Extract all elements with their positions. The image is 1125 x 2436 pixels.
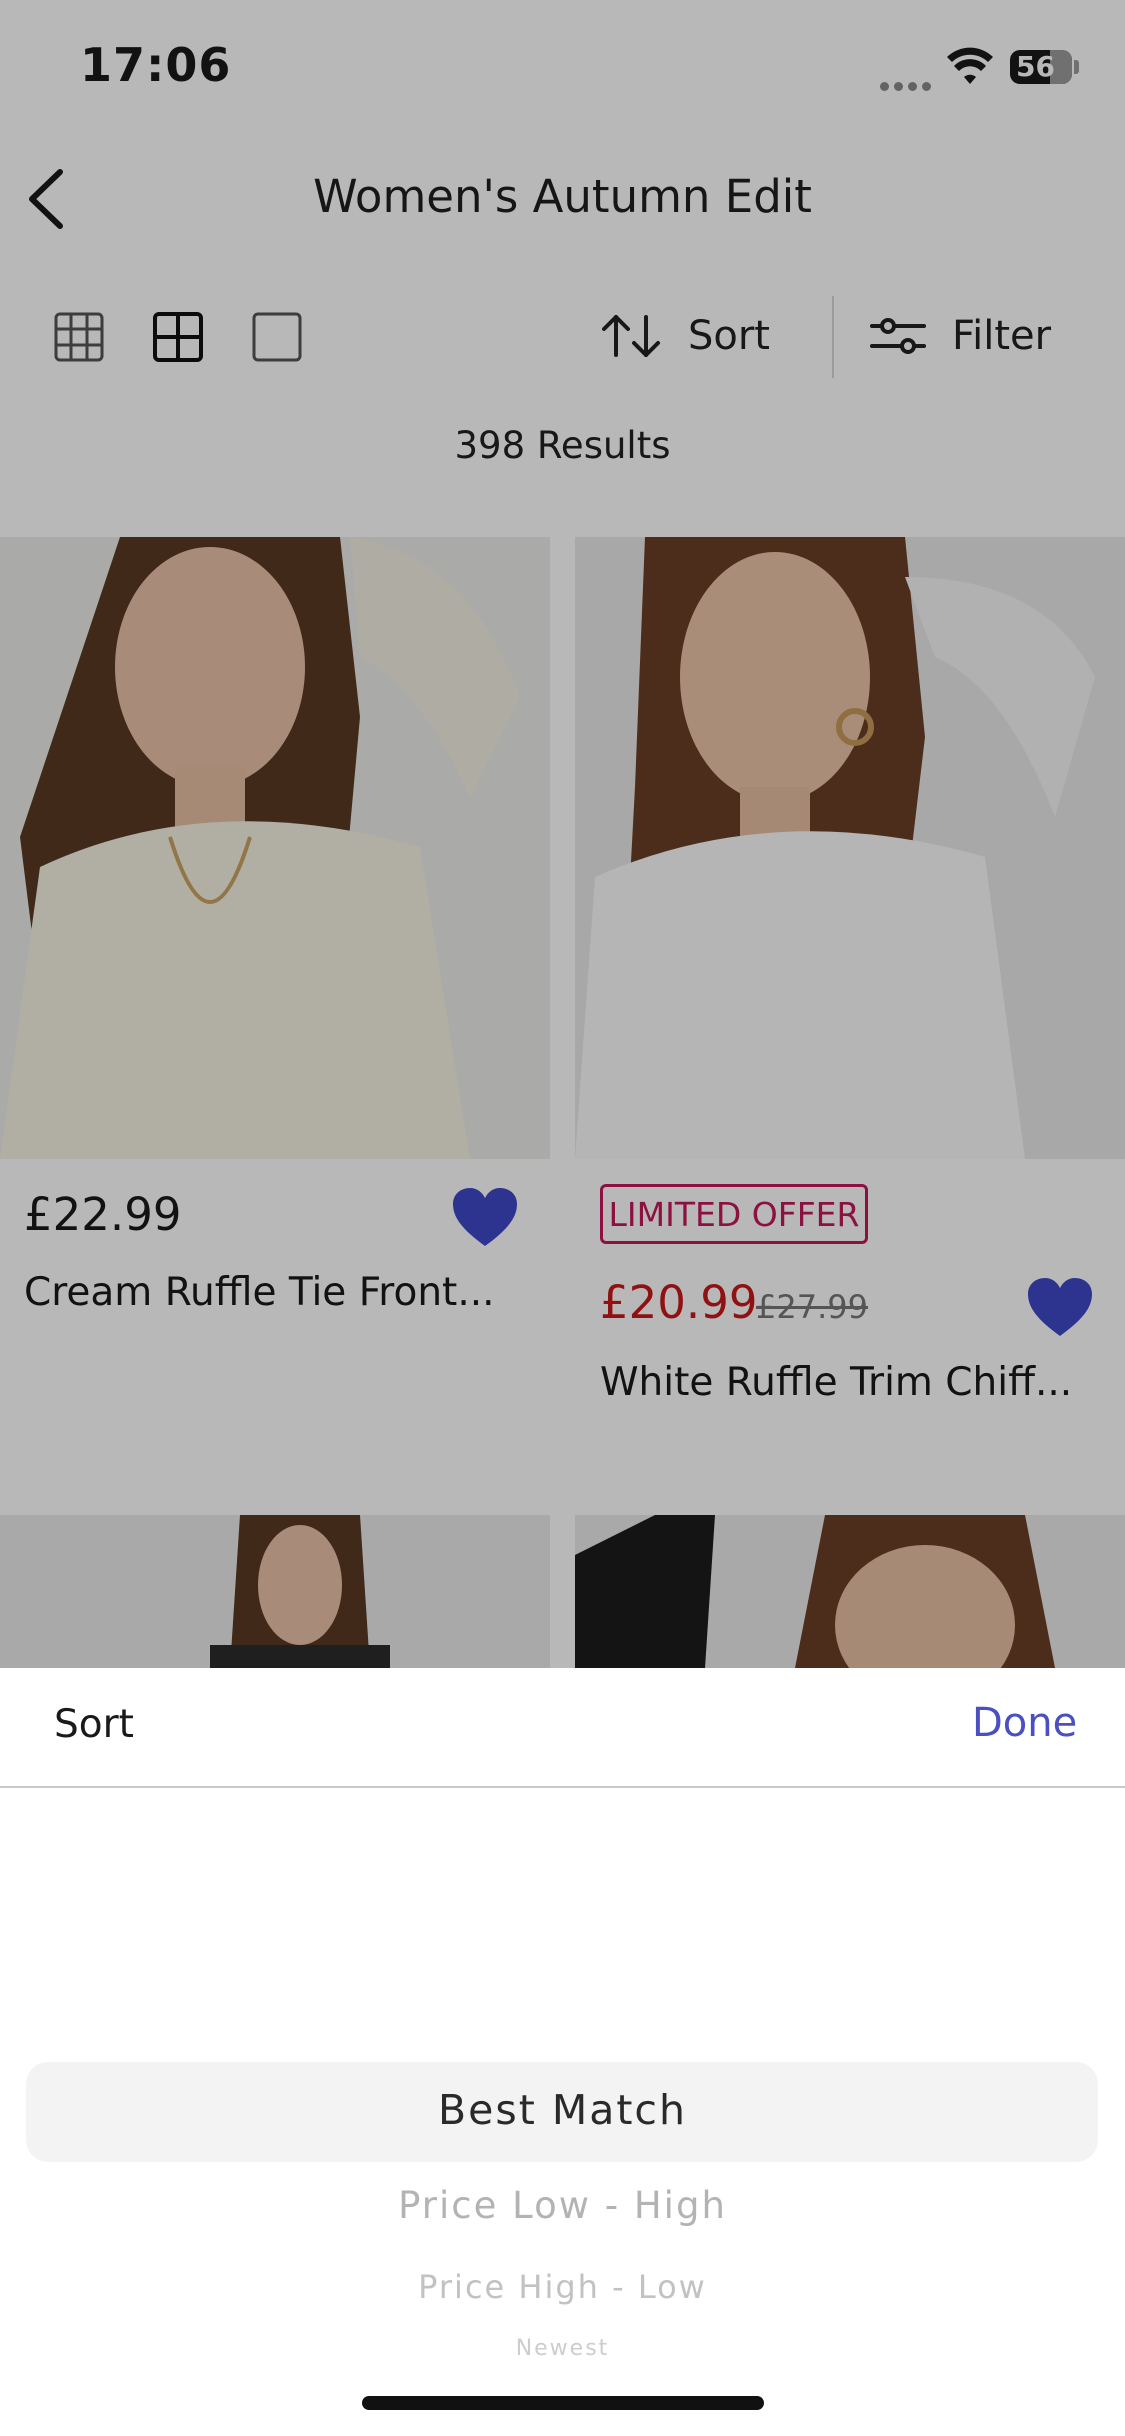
sort-option-price-low-high[interactable]: Price Low - High bbox=[0, 2184, 1125, 2227]
sort-option-best-match[interactable]: Best Match bbox=[0, 2086, 1125, 2134]
sort-sheet bbox=[0, 1668, 1125, 2436]
sort-sheet-title: Sort bbox=[54, 1702, 134, 1747]
sort-option-price-high-low[interactable]: Price High - Low bbox=[0, 2268, 1125, 2306]
modal-backdrop[interactable] bbox=[0, 0, 1125, 1668]
sort-option-newest[interactable]: Newest bbox=[0, 2336, 1125, 2361]
sheet-divider bbox=[0, 1786, 1125, 1788]
done-button[interactable]: Done bbox=[972, 1700, 1077, 1746]
home-indicator bbox=[362, 2396, 764, 2410]
